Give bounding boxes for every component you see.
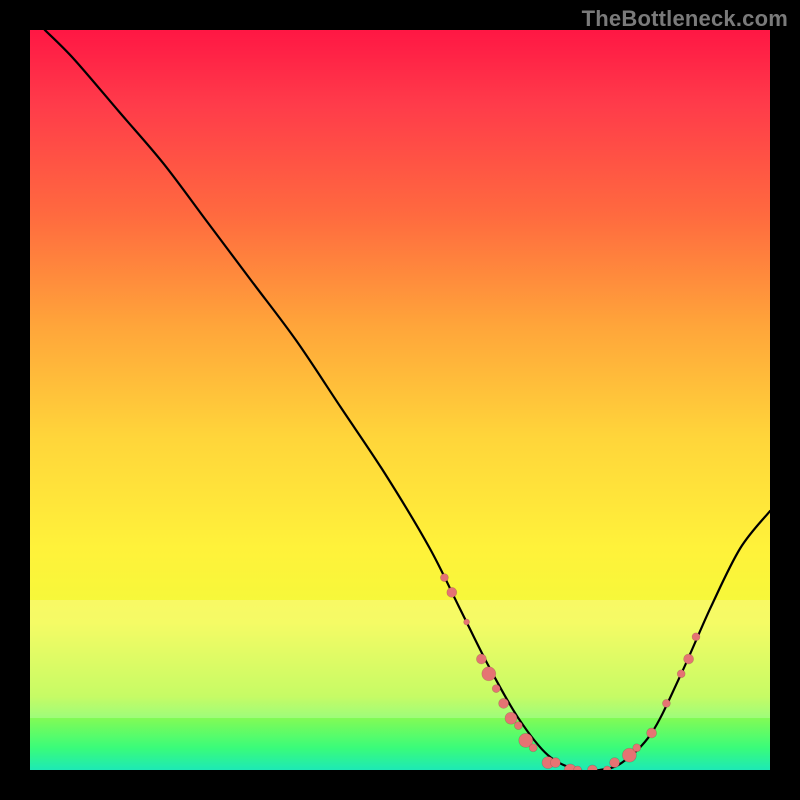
data-dot bbox=[633, 744, 641, 752]
data-dot bbox=[505, 712, 517, 724]
data-dot bbox=[476, 654, 486, 664]
data-dot bbox=[440, 574, 448, 582]
plot-area bbox=[30, 30, 770, 770]
data-dot bbox=[610, 758, 620, 768]
data-dot bbox=[692, 633, 700, 641]
data-dot bbox=[464, 619, 470, 625]
data-dot bbox=[499, 698, 509, 708]
chart-svg bbox=[30, 30, 770, 770]
data-dot bbox=[447, 587, 457, 597]
data-dot bbox=[482, 667, 496, 681]
data-dot bbox=[684, 654, 694, 664]
data-dot bbox=[647, 728, 657, 738]
data-dot bbox=[587, 765, 597, 770]
data-dot bbox=[514, 722, 522, 730]
scatter-points bbox=[440, 574, 700, 770]
data-dot bbox=[550, 758, 560, 768]
chart-container: TheBottleneck.com bbox=[0, 0, 800, 800]
data-dot bbox=[662, 699, 670, 707]
curve-line bbox=[45, 30, 770, 770]
data-dot bbox=[603, 766, 611, 770]
data-dot bbox=[529, 744, 537, 752]
data-dot bbox=[677, 670, 685, 678]
watermark-text: TheBottleneck.com bbox=[582, 6, 788, 32]
data-dot bbox=[492, 685, 500, 693]
